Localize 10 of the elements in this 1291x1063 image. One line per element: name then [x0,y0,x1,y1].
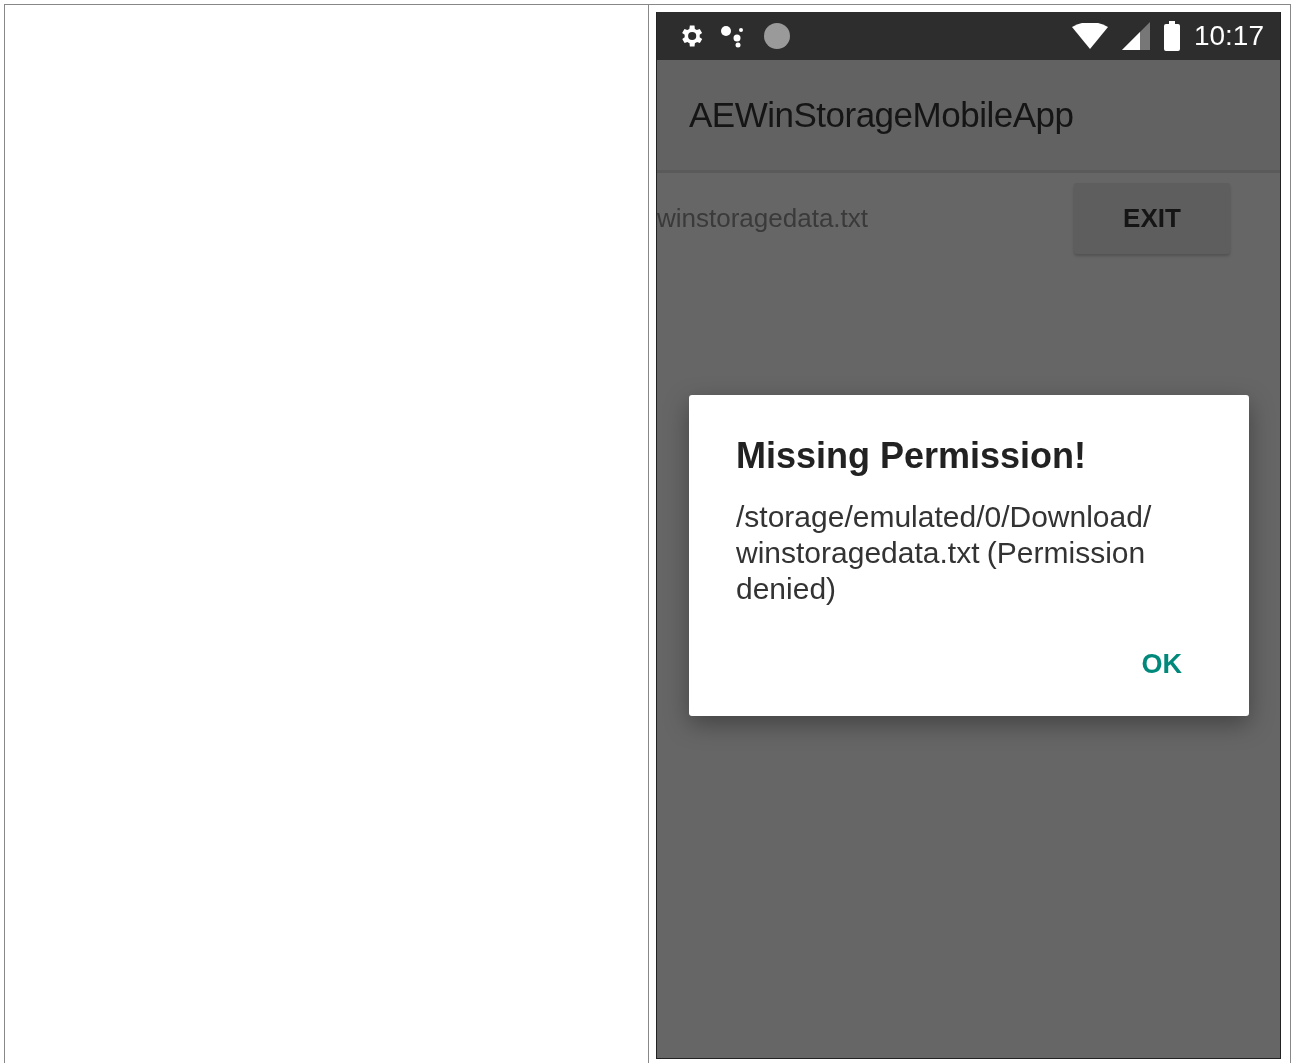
dialog-message: /storage/emulated/0/Download/ winstoragedata.txt (Permission denied) [736,499,1153,607]
dialog-title: Missing Permission! [736,435,1088,477]
app-title: AEWinStorageMobileApp [689,95,1074,135]
battery-icon [1163,21,1180,51]
status-time: 10:17 [1193,20,1264,52]
circle-icon [763,22,791,50]
exit-button[interactable]: EXIT [1074,183,1230,254]
signal-icon [1121,22,1150,50]
wifi-icon [1071,23,1108,49]
ok-button[interactable]: OK [1121,647,1202,682]
